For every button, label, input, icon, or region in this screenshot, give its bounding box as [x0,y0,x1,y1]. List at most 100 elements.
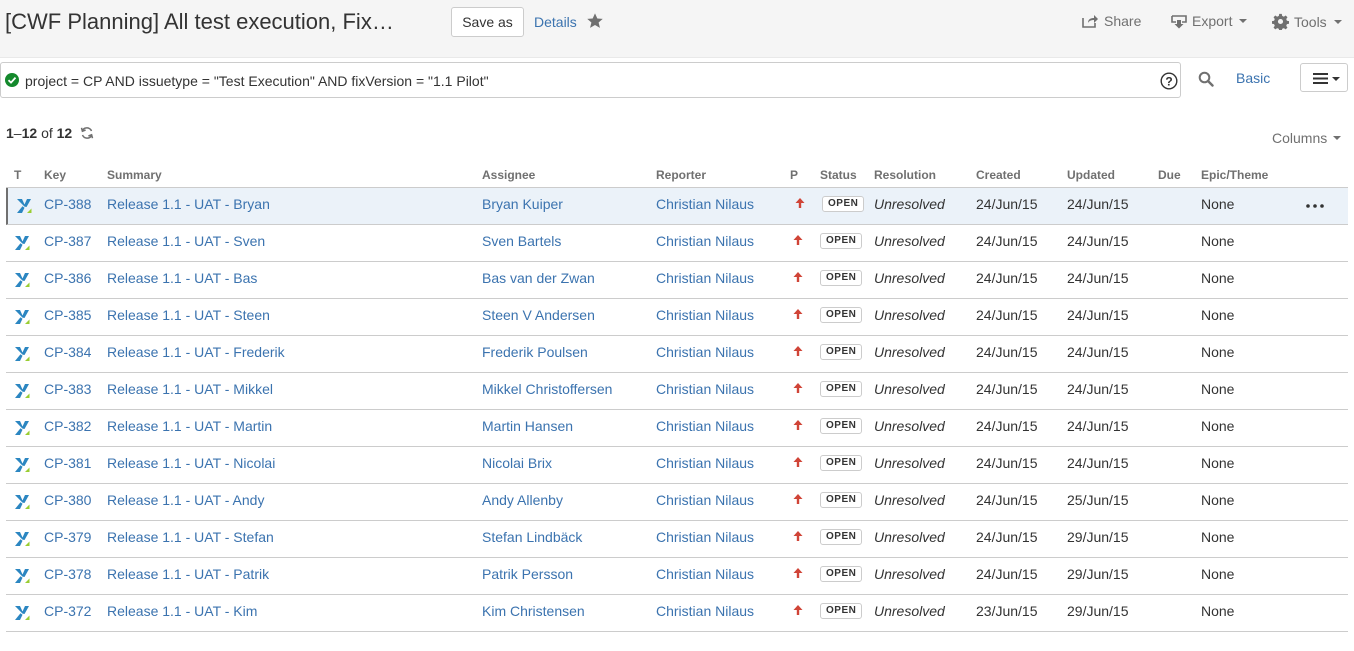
issue-key-link[interactable]: CP-381 [44,455,91,471]
reporter-link[interactable]: Christian Nilaus [656,418,754,434]
issue-summary-link[interactable]: Release 1.1 - UAT - Patrik [107,566,269,582]
columns-button[interactable]: Columns [1272,130,1342,146]
updated-date: 24/Jun/15 [1067,270,1129,286]
table-row[interactable]: CP-372 Release 1.1 - UAT - Kim Kim Christe… [6,595,1348,632]
reporter-link[interactable]: Christian Nilaus [656,196,754,212]
assignee-link[interactable]: Kim Christensen [482,603,585,619]
table-row[interactable]: CP-388 Release 1.1 - UAT - Bryan Bryan Kui… [6,188,1348,225]
assignee-link[interactable]: Bas van der Zwan [482,270,595,286]
issue-summary-link[interactable]: Release 1.1 - UAT - Martin [107,418,272,434]
table-row[interactable]: CP-379 Release 1.1 - UAT - Stefan Stefan L… [6,521,1348,558]
col-header-reporter[interactable]: Reporter [656,168,706,182]
issue-summary-link[interactable]: Release 1.1 - UAT - Frederik [107,344,285,360]
resolution-text: Unresolved [874,455,945,471]
assignee-link[interactable]: Stefan Lindbäck [482,529,582,545]
table-row[interactable]: CP-378 Release 1.1 - UAT - Patrik Patrik P… [6,558,1348,595]
reporter-link[interactable]: Christian Nilaus [656,492,754,508]
issue-summary-link[interactable]: Release 1.1 - UAT - Nicolai [107,455,275,471]
issue-summary-link[interactable]: Release 1.1 - UAT - Andy [107,492,264,508]
issue-key-link[interactable]: CP-382 [44,418,91,434]
col-header-status[interactable]: Status [820,168,857,182]
export-button[interactable]: Export [1171,13,1248,29]
col-header-type[interactable]: T [14,168,21,182]
col-header-key[interactable]: Key [44,168,66,182]
results-total: 12 [56,125,73,141]
table-row[interactable]: CP-386 Release 1.1 - UAT - Bas Bas van der… [6,262,1348,299]
priority-major-icon [793,605,803,615]
layout-switcher-button[interactable] [1300,63,1348,92]
table-row[interactable]: CP-382 Release 1.1 - UAT - Martin Martin H… [6,410,1348,447]
issue-key-link[interactable]: CP-378 [44,566,91,582]
assignee-link[interactable]: Sven Bartels [482,233,561,249]
details-link[interactable]: Details [534,14,577,30]
help-icon[interactable]: ? [1160,72,1178,90]
tools-button[interactable]: Tools [1272,13,1342,30]
reporter-link[interactable]: Christian Nilaus [656,307,754,323]
issue-summary-link[interactable]: Release 1.1 - UAT - Kim [107,603,257,619]
reporter-link[interactable]: Christian Nilaus [656,233,754,249]
issue-key-link[interactable]: CP-385 [44,307,91,323]
issue-summary-link[interactable]: Release 1.1 - UAT - Bas [107,270,257,286]
issue-key-link[interactable]: CP-372 [44,603,91,619]
reporter-link[interactable]: Christian Nilaus [656,455,754,471]
table-row[interactable]: CP-384 Release 1.1 - UAT - Frederik Freder… [6,336,1348,373]
assignee-link[interactable]: Mikkel Christoffersen [482,381,612,397]
col-header-resolution[interactable]: Resolution [874,168,936,182]
share-icon [1082,15,1098,28]
table-row[interactable]: CP-387 Release 1.1 - UAT - Sven Sven Barte… [6,225,1348,262]
star-icon[interactable] [586,12,604,30]
refresh-icon[interactable] [80,126,94,140]
col-header-assignee[interactable]: Assignee [482,168,535,182]
reporter-link[interactable]: Christian Nilaus [656,603,754,619]
issue-summary-link[interactable]: Release 1.1 - UAT - Stefan [107,529,274,545]
save-as-button[interactable]: Save as [451,7,524,37]
issue-key-link[interactable]: CP-387 [44,233,91,249]
assignee-link[interactable]: Andy Allenby [482,492,563,508]
col-header-due[interactable]: Due [1158,168,1181,182]
reporter-link[interactable]: Christian Nilaus [656,566,754,582]
assignee-link[interactable]: Nicolai Brix [482,455,552,471]
basic-search-link[interactable]: Basic [1236,70,1270,86]
assignee-link[interactable]: Steen V Andersen [482,307,595,323]
table-row[interactable]: CP-383 Release 1.1 - UAT - Mikkel Mikkel C… [6,373,1348,410]
table-row[interactable]: CP-385 Release 1.1 - UAT - Steen Steen V A… [6,299,1348,336]
table-row[interactable]: CP-381 Release 1.1 - UAT - Nicolai Nicolai… [6,447,1348,484]
results-count: 1–12 of 12 [6,125,73,141]
test-execution-icon [15,384,30,398]
search-icon[interactable] [1198,71,1214,87]
more-actions-icon[interactable] [1306,204,1324,208]
issue-summary-link[interactable]: Release 1.1 - UAT - Bryan [107,196,270,212]
col-header-priority[interactable]: P [790,168,798,182]
reporter-link[interactable]: Christian Nilaus [656,529,754,545]
resolution-text: Unresolved [874,492,945,508]
created-date: 24/Jun/15 [976,233,1038,249]
updated-date: 24/Jun/15 [1067,418,1129,434]
issue-summary-link[interactable]: Release 1.1 - UAT - Steen [107,307,270,323]
issue-key-link[interactable]: CP-384 [44,344,91,360]
reporter-link[interactable]: Christian Nilaus [656,344,754,360]
table-row[interactable]: CP-380 Release 1.1 - UAT - Andy Andy Allen… [6,484,1348,521]
col-header-summary[interactable]: Summary [107,168,162,182]
issue-key-link[interactable]: CP-386 [44,270,91,286]
issue-key-link[interactable]: CP-379 [44,529,91,545]
epic-text: None [1201,307,1235,323]
col-header-epic[interactable]: Epic/Theme [1201,168,1268,182]
issue-summary-link[interactable]: Release 1.1 - UAT - Sven [107,233,265,249]
issue-key-link[interactable]: CP-383 [44,381,91,397]
assignee-link[interactable]: Bryan Kuiper [482,196,563,212]
priority-major-icon [793,383,803,393]
col-header-updated[interactable]: Updated [1067,168,1115,182]
assignee-link[interactable]: Patrik Persson [482,566,573,582]
reporter-link[interactable]: Christian Nilaus [656,381,754,397]
issue-key-link[interactable]: CP-388 [44,196,91,212]
jql-query-text[interactable]: project = CP AND issuetype = "Test Execu… [25,73,489,89]
updated-date: 24/Jun/15 [1067,381,1129,397]
issue-summary-link[interactable]: Release 1.1 - UAT - Mikkel [107,381,273,397]
jql-search-input[interactable]: project = CP AND issuetype = "Test Execu… [0,62,1181,98]
assignee-link[interactable]: Frederik Poulsen [482,344,588,360]
col-header-created[interactable]: Created [976,168,1021,182]
share-button[interactable]: Share [1082,13,1141,29]
assignee-link[interactable]: Martin Hansen [482,418,573,434]
issue-key-link[interactable]: CP-380 [44,492,91,508]
reporter-link[interactable]: Christian Nilaus [656,270,754,286]
